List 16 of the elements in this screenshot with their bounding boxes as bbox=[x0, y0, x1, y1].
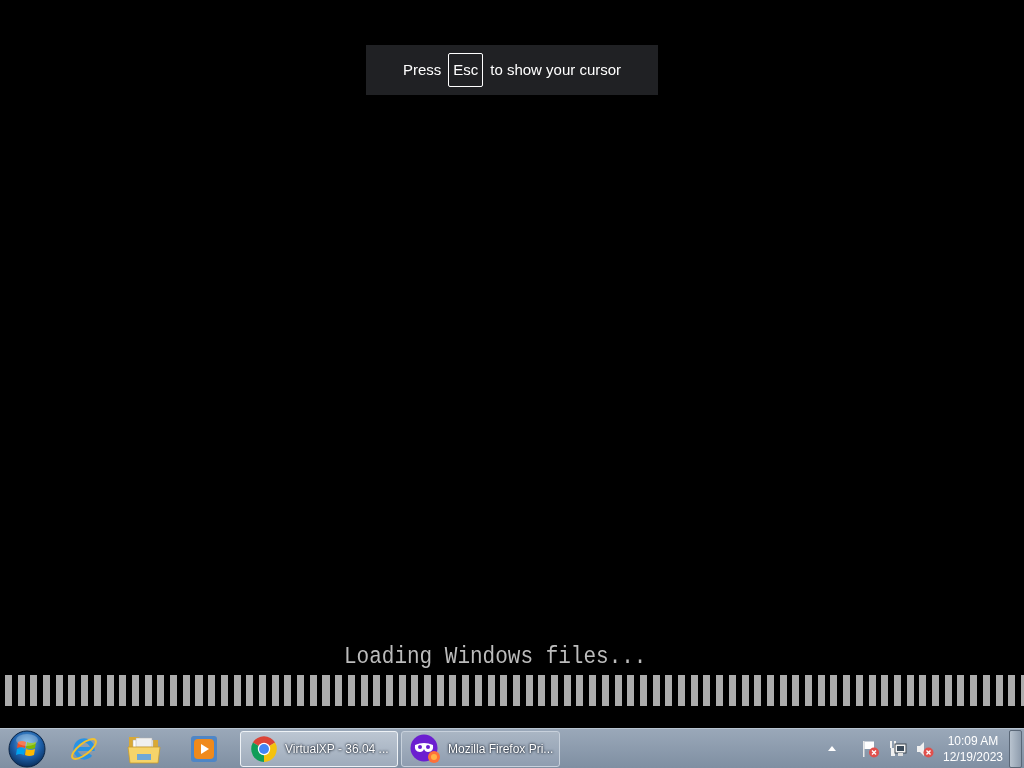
hint-text: to show your cursor bbox=[490, 59, 622, 80]
loading-message: Loading Windows files... bbox=[344, 643, 647, 671]
flag-error-icon[interactable] bbox=[862, 739, 880, 758]
mask-icon bbox=[410, 733, 442, 764]
taskbar-window-button[interactable]: Mozilla Firefox Pri... bbox=[401, 730, 560, 767]
start-orb-icon bbox=[8, 729, 46, 768]
network-icon[interactable] bbox=[889, 739, 907, 758]
up-arrow-icon[interactable] bbox=[828, 746, 836, 751]
show-desktop-button[interactable] bbox=[1009, 729, 1022, 768]
taskbar-window-button[interactable]: VirtualXP - 36.04 ... bbox=[240, 730, 398, 767]
hint-text: Press bbox=[402, 59, 442, 80]
esc-key: Esc bbox=[448, 53, 484, 87]
clock-date: 12/19/2023 bbox=[942, 748, 1004, 765]
play-icon[interactable] bbox=[190, 734, 218, 763]
browser-icon bbox=[249, 733, 279, 764]
clock-time: 10:09 AM bbox=[947, 732, 999, 749]
